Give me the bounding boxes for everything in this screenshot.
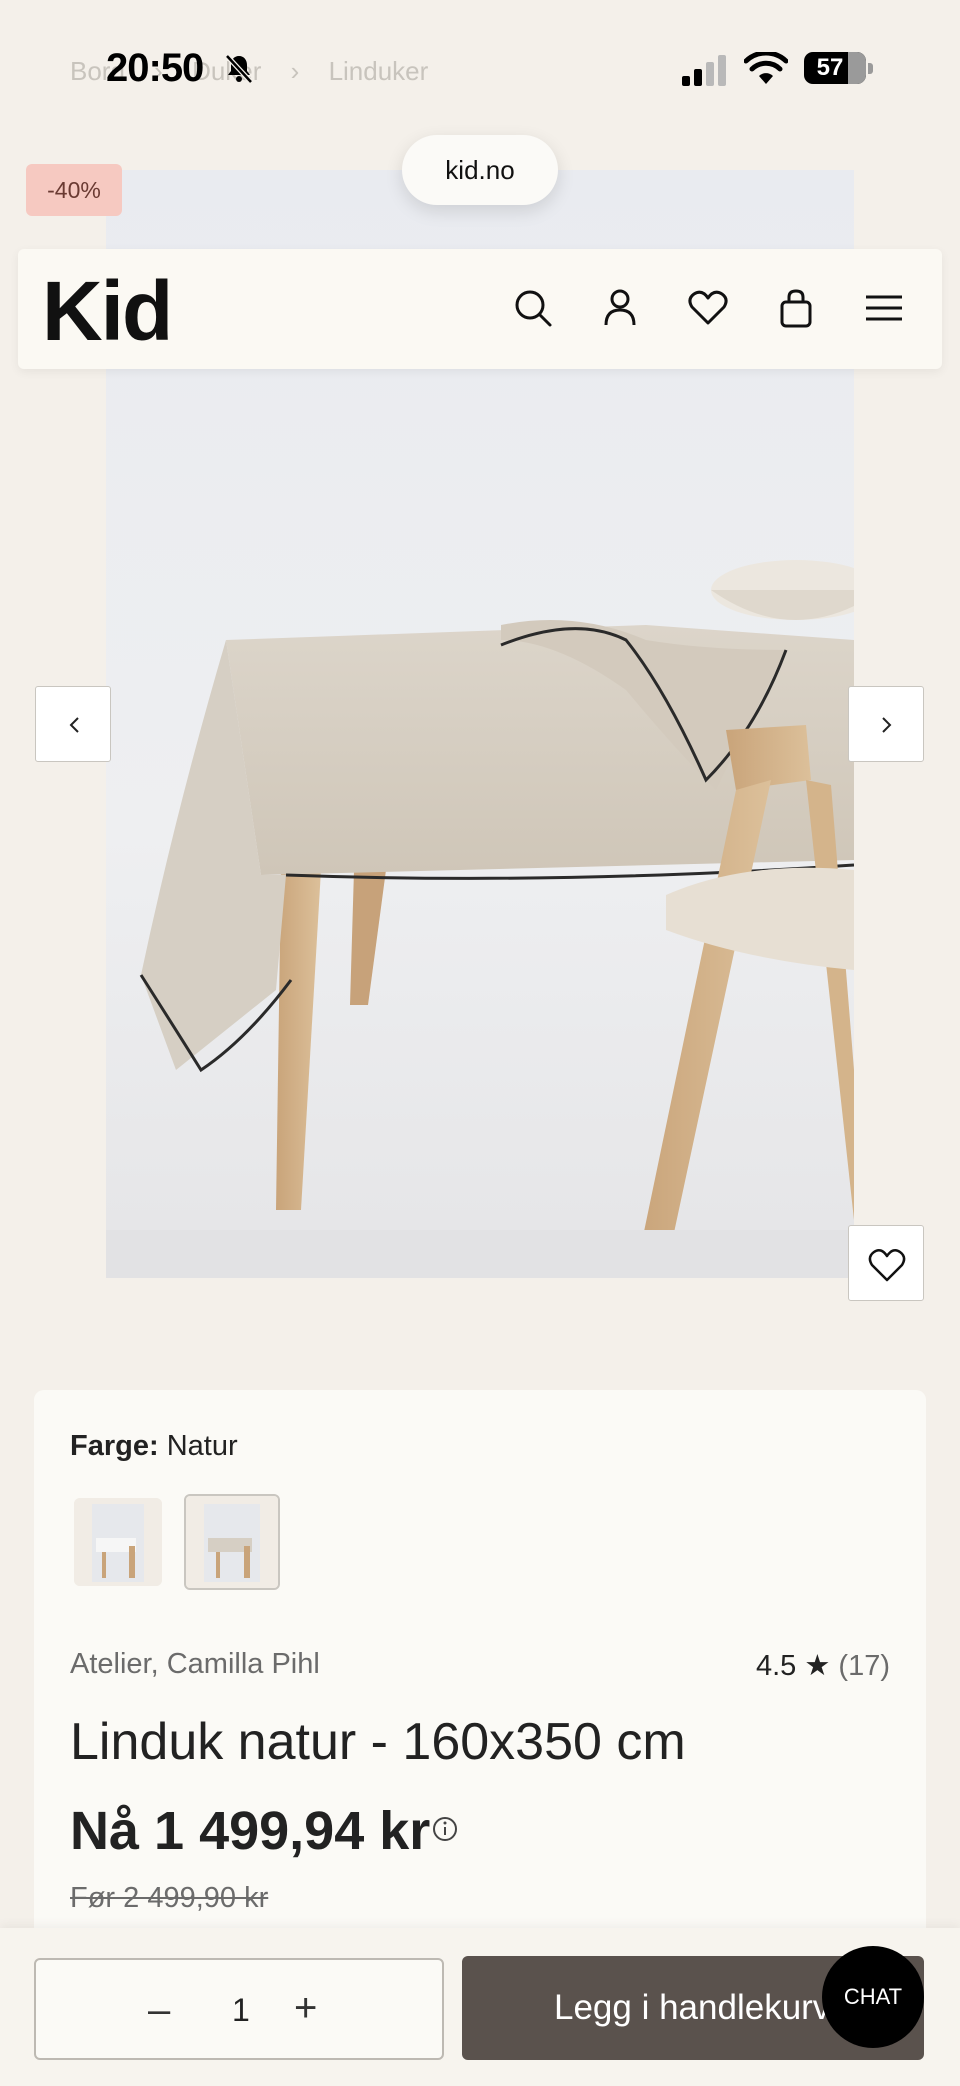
rating-count: (17) <box>838 1650 890 1682</box>
favorite-button[interactable] <box>848 1225 924 1301</box>
wifi-icon <box>743 50 789 86</box>
battery-level: 57 <box>816 54 844 81</box>
color-selector-label: Farge: Natur <box>70 1430 238 1463</box>
site-logo[interactable]: Kid <box>42 263 173 360</box>
chat-button[interactable]: CHAT <box>822 1946 924 2048</box>
color-swatch-white[interactable] <box>74 1498 162 1586</box>
original-price: Før 2 499,90 kr <box>70 1882 269 1914</box>
account-icon[interactable] <box>597 285 643 331</box>
quantity-stepper: – 1 + <box>34 1958 444 2060</box>
price-prefix: Nå <box>70 1801 140 1861</box>
increase-quantity-button[interactable]: + <box>294 1988 317 2028</box>
color-value: Natur <box>166 1430 238 1462</box>
product-rating[interactable]: 4.5 ★ (17) <box>756 1648 890 1683</box>
star-icon: ★ <box>804 1650 831 1682</box>
heart-icon <box>868 1248 906 1282</box>
product-price: Nå 1 499,94 kr <box>70 1800 430 1862</box>
product-title: Linduk natur - 160x350 cm <box>70 1713 686 1771</box>
decrease-quantity-button[interactable]: – <box>148 1990 170 2030</box>
add-to-cart-bar: – 1 + Legg i handlekurv <box>0 1928 960 2086</box>
color-label: Farge: <box>70 1430 159 1462</box>
bag-icon[interactable] <box>773 285 819 331</box>
battery-icon: 57 <box>804 52 873 86</box>
status-bar: Bord › Duker › Linduker 20:50 57 <box>0 0 960 140</box>
quantity-value[interactable]: 1 <box>232 1992 250 2029</box>
product-brand[interactable]: Atelier, Camilla Pihl <box>70 1648 320 1681</box>
image-next-button[interactable] <box>848 686 924 762</box>
heart-icon[interactable] <box>685 285 731 331</box>
browser-url-pill[interactable]: kid.no <box>402 135 558 205</box>
search-icon[interactable] <box>510 285 556 331</box>
info-icon[interactable] <box>430 1814 460 1844</box>
rating-value: 4.5 <box>755 1650 797 1682</box>
breadcrumb-item[interactable]: Linduker <box>329 56 429 86</box>
image-prev-button[interactable] <box>35 686 111 762</box>
color-swatch-natur[interactable] <box>184 1494 280 1590</box>
chevron-right-icon <box>882 717 892 733</box>
bell-slash-icon <box>222 52 256 86</box>
price-value: 1 499,94 kr <box>154 1801 431 1861</box>
chevron-left-icon <box>69 717 79 733</box>
cell-signal-icon <box>680 54 730 86</box>
site-header: Kid <box>18 249 942 369</box>
status-time: 20:50 <box>106 46 204 90</box>
breadcrumb-separator: › <box>290 56 300 86</box>
product-info-card: Farge: Natur Atelier, Camilla Pihl 4.5 ★… <box>34 1390 926 2010</box>
menu-icon[interactable] <box>861 285 907 331</box>
discount-badge: -40% <box>26 164 122 216</box>
